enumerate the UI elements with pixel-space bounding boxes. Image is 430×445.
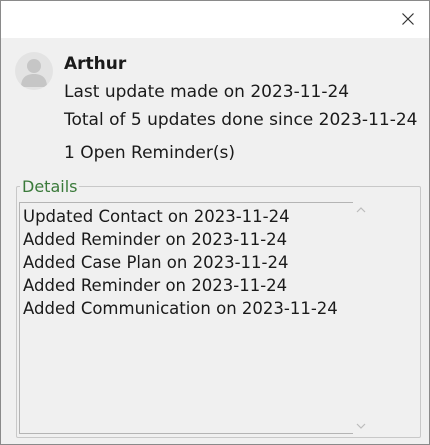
list-item[interactable]: Updated Contact on 2023-11-24	[22, 205, 338, 228]
close-icon	[402, 13, 414, 25]
open-reminders-text: 1 Open Reminder(s)	[64, 143, 235, 163]
details-list[interactable]: Updated Contact on 2023-11-24 Added Remi…	[19, 202, 355, 434]
dialog-window: Arthur Last update made on 2023-11-24 To…	[0, 0, 430, 445]
scroll-up-arrow-icon[interactable]	[356, 206, 366, 214]
list-item[interactable]: Added Case Plan on 2023-11-24	[22, 251, 338, 274]
total-updates-text: Total of 5 updates done since 2023-11-24	[64, 110, 418, 130]
list-item[interactable]: Added Communication on 2023-11-24	[22, 297, 338, 320]
avatar	[15, 52, 53, 90]
user-name: Arthur	[64, 54, 127, 74]
close-button[interactable]	[391, 5, 425, 33]
details-scrollbar[interactable]	[353, 202, 369, 434]
list-item[interactable]: Added Reminder on 2023-11-24	[22, 228, 338, 251]
details-label: Details	[20, 177, 80, 196]
list-item[interactable]: Added Reminder on 2023-11-24	[22, 274, 338, 297]
scroll-down-arrow-icon[interactable]	[356, 422, 366, 430]
title-bar	[1, 1, 429, 38]
last-update-text: Last update made on 2023-11-24	[64, 82, 350, 102]
person-avatar-icon	[21, 59, 47, 87]
